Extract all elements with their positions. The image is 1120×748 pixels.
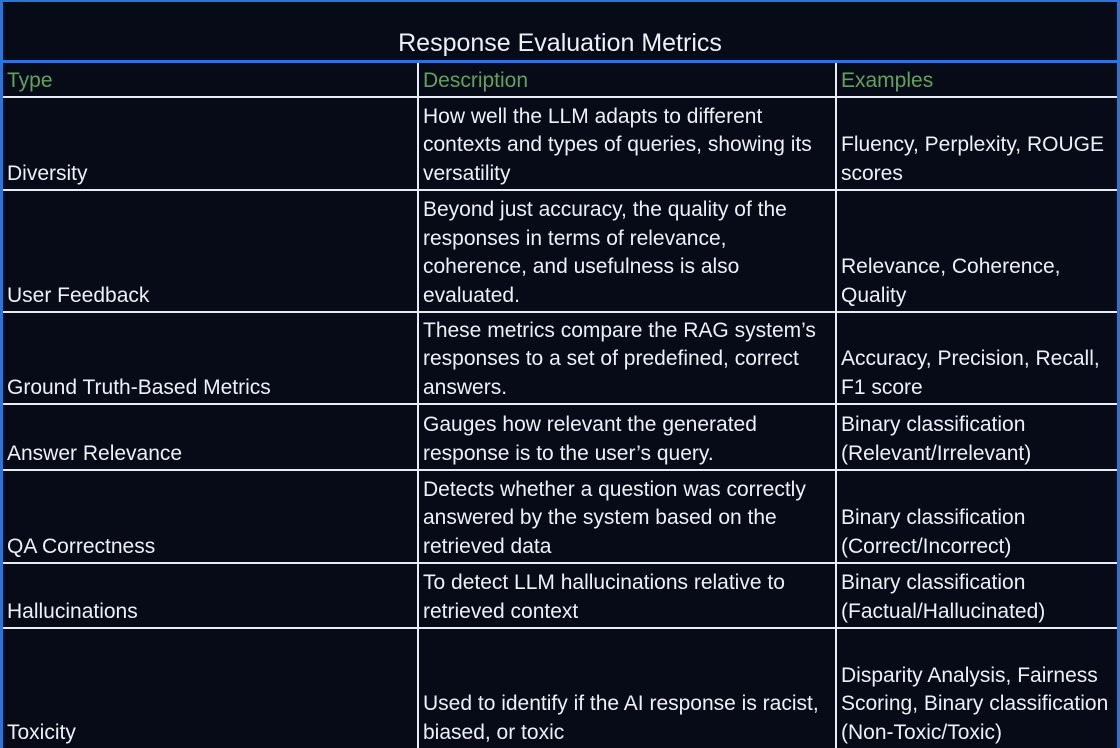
table-row: QA Correctness Detects whether a questio… bbox=[3, 469, 1117, 564]
table-row: Answer Relevance Gauges how relevant the… bbox=[3, 403, 1117, 471]
cell-description: Used to identify if the AI response is r… bbox=[417, 627, 837, 748]
header-row: Type Description Examples bbox=[3, 63, 1117, 98]
cell-examples: Binary classification (Factual/Hallucina… bbox=[835, 562, 1117, 629]
cell-examples: Fluency, Perplexity, ROUGE scores bbox=[835, 96, 1117, 191]
table-row: User Feedback Beyond just accuracy, the … bbox=[3, 189, 1117, 313]
cell-type: Toxicity bbox=[3, 627, 419, 748]
column-header-examples: Examples bbox=[835, 63, 1117, 98]
cell-examples: Relevance, Coherence, Quality bbox=[835, 189, 1117, 313]
cell-examples: Binary classification (Relevant/Irreleva… bbox=[835, 403, 1117, 471]
metrics-table: Type Description Examples Diversity How … bbox=[3, 63, 1117, 748]
cell-type: Hallucinations bbox=[3, 562, 419, 629]
cell-description: How well the LLM adapts to different con… bbox=[417, 96, 837, 191]
table-row: Diversity How well the LLM adapts to dif… bbox=[3, 96, 1117, 191]
cell-type: User Feedback bbox=[3, 189, 419, 313]
table-row: Hallucinations To detect LLM hallucinati… bbox=[3, 562, 1117, 629]
column-header-type: Type bbox=[3, 63, 419, 98]
cell-description: Beyond just accuracy, the quality of the… bbox=[417, 189, 837, 313]
cell-type: Ground Truth-Based Metrics bbox=[3, 311, 419, 405]
cell-description: Detects whether a question was correctly… bbox=[417, 469, 837, 564]
cell-description: To detect LLM hallucinations relative to… bbox=[417, 562, 837, 629]
cell-type: QA Correctness bbox=[3, 469, 419, 564]
column-header-description: Description bbox=[417, 63, 837, 98]
cell-type: Answer Relevance bbox=[3, 403, 419, 471]
cell-description: These metrics compare the RAG system’s r… bbox=[417, 311, 837, 405]
metrics-table-container: Response Evaluation Metrics Type Descrip… bbox=[0, 0, 1120, 748]
cell-examples: Accuracy, Precision, Recall, F1 score bbox=[835, 311, 1117, 405]
cell-description: Gauges how relevant the generated respon… bbox=[417, 403, 837, 471]
cell-type: Diversity bbox=[3, 96, 419, 191]
cell-examples: Disparity Analysis, Fairness Scoring, Bi… bbox=[835, 627, 1117, 748]
table-row: Ground Truth-Based Metrics These metrics… bbox=[3, 311, 1117, 405]
table-title: Response Evaluation Metrics bbox=[398, 29, 722, 57]
table-row: Toxicity Used to identify if the AI resp… bbox=[3, 627, 1117, 748]
cell-examples: Binary classification (Correct/Incorrect… bbox=[835, 469, 1117, 564]
table-title-bar: Response Evaluation Metrics bbox=[3, 2, 1117, 63]
